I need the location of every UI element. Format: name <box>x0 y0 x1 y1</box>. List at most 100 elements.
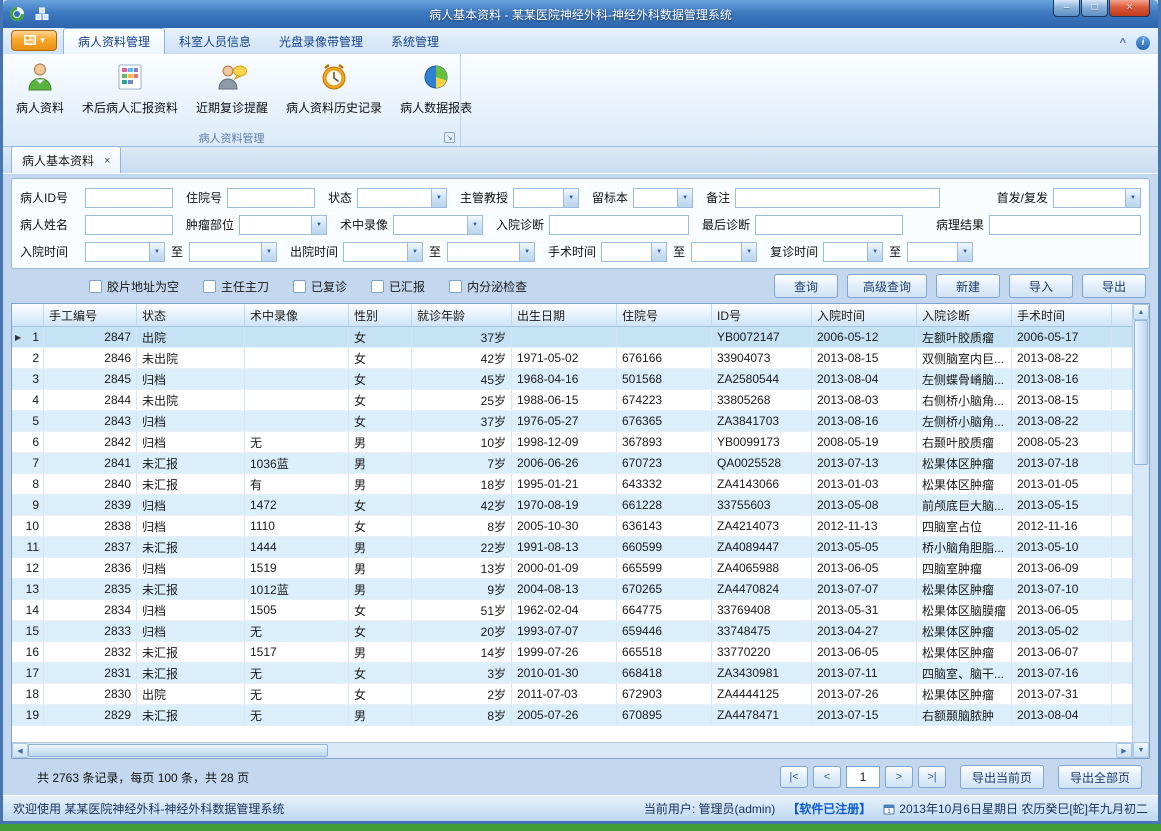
export-current-page-button[interactable]: 导出当前页 <box>960 765 1044 789</box>
close-tab-icon[interactable]: × <box>104 156 110 166</box>
first-recur-select[interactable] <box>1053 188 1141 208</box>
table-row[interactable]: 182830出院无女2岁2011-07-03672903ZA4444125201… <box>12 684 1132 705</box>
revisit-time-to-select[interactable] <box>907 242 973 262</box>
advanced-search-button[interactable]: 高级查询 <box>847 274 927 298</box>
scroll-up-icon[interactable]: ▲ <box>1133 304 1149 320</box>
checkbox-icon[interactable] <box>203 280 216 293</box>
revisit-reminder-button[interactable]: 近期复诊提醒 <box>187 57 277 120</box>
scroll-down-icon[interactable]: ▼ <box>1133 742 1149 758</box>
tab-patient-basic-info[interactable]: 病人基本资料 × <box>11 146 121 173</box>
dialog-launcher-icon[interactable]: ↘ <box>444 132 455 143</box>
column-header[interactable]: ID号 <box>712 304 812 326</box>
column-header[interactable]: 入院诊断 <box>917 304 1012 326</box>
surgery-time-to-select[interactable] <box>691 242 757 262</box>
table-row[interactable]: 192829未汇报无男8岁2005-07-26670895ZA447847120… <box>12 705 1132 726</box>
table-row[interactable]: 62842归档无男10岁1998-12-09367893YB0099173200… <box>12 432 1132 453</box>
info-icon[interactable]: i <box>1136 36 1150 50</box>
table-row[interactable]: 82840未汇报有男18岁1995-01-21643332ZA414306620… <box>12 474 1132 495</box>
admit-time-from-select[interactable] <box>85 242 165 262</box>
discharge-time-to-select[interactable] <box>447 242 535 262</box>
tumor-site-select[interactable] <box>239 215 327 235</box>
pathology-input[interactable] <box>989 215 1141 235</box>
registered-badge[interactable]: 【软件已注册】 <box>787 800 871 817</box>
table-row[interactable]: 32845归档女45岁1968-04-16501568ZA25805442013… <box>12 369 1132 390</box>
filter-checkbox[interactable]: 内分泌检查 <box>449 278 527 295</box>
surgery-time-from-select[interactable] <box>601 242 667 262</box>
status-select[interactable] <box>357 188 447 208</box>
history-record-button[interactable]: 病人资料历史记录 <box>277 57 391 120</box>
column-header[interactable]: 手工编号 <box>44 304 137 326</box>
hscroll-track[interactable] <box>328 743 1116 758</box>
discharge-time-from-select[interactable] <box>343 242 423 262</box>
surgery-video-select[interactable] <box>393 215 483 235</box>
export-button[interactable]: 导出 <box>1082 274 1146 298</box>
table-row[interactable]: 172831未汇报无女3岁2010-01-30668418ZA343098120… <box>12 663 1132 684</box>
vertical-scrollbar[interactable]: ▲ ▼ <box>1132 304 1149 758</box>
column-header[interactable]: 术中录像 <box>245 304 349 326</box>
table-row[interactable]: 112837未汇报1444男22岁1991-08-13660599ZA40894… <box>12 537 1132 558</box>
checkbox-icon[interactable] <box>449 280 462 293</box>
checkbox-icon[interactable] <box>293 280 306 293</box>
scroll-right-icon[interactable]: ▶ <box>1116 743 1132 758</box>
table-row[interactable]: 102838归档1110女8岁2005-10-30636143ZA4214073… <box>12 516 1132 537</box>
admission-no-input[interactable] <box>227 188 315 208</box>
table-row[interactable]: 132835未汇报1012蓝男9岁2004-08-13670265ZA44708… <box>12 579 1132 600</box>
table-row[interactable]: 152833归档无女20岁1993-07-0765944633748475201… <box>12 621 1132 642</box>
filter-checkbox[interactable]: 已复诊 <box>293 278 347 295</box>
prev-page-button[interactable]: < <box>813 766 841 788</box>
horizontal-scrollbar[interactable]: ◀ ▶ <box>12 742 1132 758</box>
professor-select[interactable] <box>513 188 579 208</box>
patient-info-button[interactable]: 病人资料 <box>7 57 73 120</box>
table-row[interactable]: ▶12847出院女37岁YB00721472006-05-12左额叶胶质瘤200… <box>12 327 1132 348</box>
scroll-left-icon[interactable]: ◀ <box>12 743 28 758</box>
table-row[interactable]: 72841未汇报1036蓝男7岁2006-06-26670723QA002552… <box>12 453 1132 474</box>
vscroll-thumb[interactable] <box>1134 320 1148 465</box>
next-page-button[interactable]: > <box>885 766 913 788</box>
ribbon-tab[interactable]: 病人资料管理 <box>63 28 165 54</box>
patient-name-input[interactable] <box>85 215 173 235</box>
column-header[interactable] <box>12 304 44 326</box>
quick-access-toolbar-icon[interactable] <box>35 7 49 21</box>
hscroll-thumb[interactable] <box>28 744 328 757</box>
filter-checkbox[interactable]: 已汇报 <box>371 278 425 295</box>
column-header[interactable]: 性别 <box>349 304 412 326</box>
filter-checkbox[interactable]: 胶片地址为空 <box>89 278 179 295</box>
remark-input[interactable] <box>735 188 940 208</box>
checkbox-icon[interactable] <box>89 280 102 293</box>
column-header[interactable]: 手术时间 <box>1012 304 1112 326</box>
minimize-button[interactable]: – <box>1053 0 1080 17</box>
column-header[interactable]: 住院号 <box>617 304 712 326</box>
admit-time-to-select[interactable] <box>189 242 277 262</box>
table-row[interactable]: 22846未出院女42岁1971-05-02676166339040732013… <box>12 348 1132 369</box>
close-button[interactable]: × <box>1109 0 1150 17</box>
column-header[interactable]: 状态 <box>137 304 245 326</box>
new-button[interactable]: 新建 <box>936 274 1000 298</box>
collapse-ribbon-icon[interactable]: ^ <box>1120 37 1126 49</box>
table-row[interactable]: 42844未出院女25岁1988-06-15674223338052682013… <box>12 390 1132 411</box>
column-header[interactable]: 就诊年龄 <box>412 304 512 326</box>
revisit-time-from-select[interactable] <box>823 242 883 262</box>
ribbon-tab[interactable]: 光盘录像带管理 <box>265 29 377 54</box>
application-menu-button[interactable]: ▾ <box>11 30 57 51</box>
search-button[interactable]: 查询 <box>774 274 838 298</box>
checkbox-icon[interactable] <box>371 280 384 293</box>
patient-id-input[interactable] <box>85 188 173 208</box>
last-page-button[interactable]: >| <box>918 766 946 788</box>
vscroll-track[interactable] <box>1133 465 1149 742</box>
ribbon-tab[interactable]: 科室人员信息 <box>165 29 265 54</box>
table-row[interactable]: 142834归档1505女51岁1962-02-0466477533769408… <box>12 600 1132 621</box>
filter-checkbox[interactable]: 主任主刀 <box>203 278 269 295</box>
specimen-select[interactable] <box>633 188 693 208</box>
page-number-input[interactable]: 1 <box>846 766 880 788</box>
maximize-button[interactable]: □ <box>1081 0 1108 17</box>
import-button[interactable]: 导入 <box>1009 274 1073 298</box>
table-row[interactable]: 92839归档1472女42岁1970-08-19661228337556032… <box>12 495 1132 516</box>
postop-report-button[interactable]: 术后病人汇报资料 <box>73 57 187 120</box>
table-row[interactable]: 122836归档1519男13岁2000-01-09665599ZA406598… <box>12 558 1132 579</box>
ribbon-tab[interactable]: 系统管理 <box>377 29 453 54</box>
data-report-button[interactable]: 病人数据报表 <box>391 57 481 120</box>
first-page-button[interactable]: |< <box>780 766 808 788</box>
final-diag-input[interactable] <box>755 215 903 235</box>
export-all-pages-button[interactable]: 导出全部页 <box>1058 765 1142 789</box>
table-row[interactable]: 162832未汇报1517男14岁1999-07-266655183377022… <box>12 642 1132 663</box>
